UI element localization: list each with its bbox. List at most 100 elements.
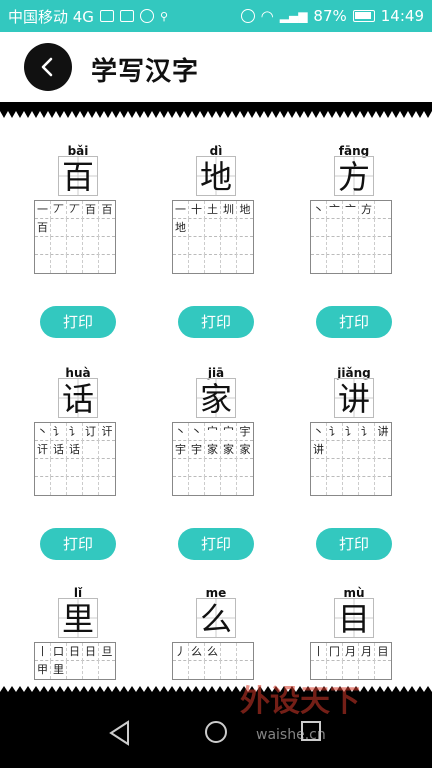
grid-cell [359, 219, 375, 237]
grid-row [35, 237, 115, 255]
grid-cell [327, 477, 343, 495]
grid-row: 一十土圳地 [173, 201, 253, 219]
grid-cell [35, 255, 51, 273]
grid-cell [35, 477, 51, 495]
grid-cell [67, 661, 83, 679]
grid-cell: 月 [359, 643, 375, 661]
grid-cell: 讲 [311, 441, 327, 459]
character-card-list[interactable]: bǎi 百一丆丆百百百打印 dì 地一十土圳地地打印 fāng 方丶亠亠方打印 huà 话丶讠… [0, 118, 432, 693]
grid-row: 丶讠讠讠讲 [311, 423, 391, 441]
character-box: 么 [196, 598, 236, 638]
grid-cell [375, 219, 391, 237]
chevron-left-icon [41, 57, 53, 77]
grid-row: 丨口日日旦 [35, 643, 115, 661]
stroke-practice-grid: 丨口日日旦甲里 [34, 642, 116, 680]
nav-home-button[interactable] [204, 720, 228, 744]
grid-cell: 宇 [189, 441, 205, 459]
print-button[interactable]: 打印 [178, 528, 254, 560]
grid-cell [173, 661, 189, 679]
battery-text: 87% [313, 7, 347, 25]
grid-cell: 地 [173, 219, 189, 237]
grid-cell: 么 [189, 643, 205, 661]
app-bar: 学写汉字 [0, 32, 432, 102]
watermark-url: waishe.cn [256, 727, 326, 743]
grid-cell: 丶 [173, 423, 189, 441]
grid-cell [375, 459, 391, 477]
back-button[interactable] [24, 43, 72, 91]
print-button[interactable]: 打印 [316, 528, 392, 560]
grid-cell: 冂 [327, 643, 343, 661]
character-box: 方 [334, 156, 374, 196]
time-text: 14:49 [380, 7, 424, 25]
character-box: 百 [58, 156, 98, 196]
grid-cell [359, 441, 375, 459]
grid-cell: 百 [101, 203, 113, 216]
grid-cell: 讠 [359, 423, 375, 441]
grid-cell: 讠 [51, 423, 67, 441]
grid-cell [375, 441, 391, 459]
grid-cell [343, 459, 359, 477]
print-button[interactable]: 打印 [316, 306, 392, 338]
grid-cell [205, 255, 221, 273]
grid-cell [173, 237, 189, 255]
grid-cell: 家 [239, 443, 251, 456]
grid-row [173, 459, 253, 477]
stroke-practice-grid: 丿么么 [172, 642, 254, 680]
character-box: 地 [196, 156, 236, 196]
grid-row [35, 477, 115, 495]
grid-cell [67, 459, 83, 477]
grid-cell [343, 237, 359, 255]
print-button[interactable]: 打印 [40, 306, 116, 338]
grid-cell: 土 [205, 201, 221, 219]
grid-cell [237, 237, 253, 255]
grid-cell [67, 477, 83, 495]
image-notification-icon [119, 10, 134, 22]
alarm-icon [240, 9, 255, 23]
grid-cell [311, 477, 327, 495]
grid-cell [221, 477, 237, 495]
grid-cell [51, 237, 67, 255]
grid-cell: 丆 [67, 201, 83, 219]
character-box: 目 [334, 598, 374, 638]
grid-cell [205, 219, 221, 237]
grid-cell: 话 [67, 441, 83, 459]
grid-cell [189, 459, 205, 477]
grid-cell [67, 219, 83, 237]
grid-cell [221, 459, 237, 477]
grid-cell [99, 237, 115, 255]
grid-cell: 家 [205, 441, 221, 459]
system-nav-bar [0, 696, 432, 768]
grid-cell [221, 255, 237, 273]
grid-row [35, 459, 115, 477]
grid-cell [205, 477, 221, 495]
grid-row: 丨冂月月目 [311, 643, 391, 661]
grid-cell: 百 [35, 219, 51, 237]
character-box: 话 [58, 378, 98, 418]
grid-row: 地 [173, 219, 253, 237]
sim-icon [99, 10, 114, 22]
grid-cell [221, 219, 237, 237]
grid-cell: 话 [51, 441, 67, 459]
grid-row: 讲 [311, 441, 391, 459]
grid-cell [327, 237, 343, 255]
stroke-practice-grid: 丨冂月月目 [310, 642, 392, 680]
grid-row: 丶亠亠方 [311, 201, 391, 219]
grid-cell: 地 [239, 203, 251, 216]
print-button[interactable]: 打印 [40, 528, 116, 560]
grid-cell: 讠 [67, 423, 83, 441]
grid-cell [83, 219, 99, 237]
grid-cell [327, 459, 343, 477]
character-card: jiǎng 讲丶讠讠讠讲讲打印 [304, 366, 404, 581]
grid-cell: 方 [359, 201, 375, 219]
grid-cell [83, 237, 99, 255]
grid-cell [189, 237, 205, 255]
stroke-practice-grid: 丶讠讠讠讲讲 [310, 422, 392, 496]
stroke-practice-grid: 丶讠讠订讦讦话话 [34, 422, 116, 496]
stroke-practice-grid: 一十土圳地地 [172, 200, 254, 274]
grid-cell [173, 459, 189, 477]
grid-cell [99, 477, 115, 495]
grid-row: 甲里 [35, 661, 115, 679]
nav-back-button[interactable] [108, 720, 132, 746]
grid-row [173, 477, 253, 495]
print-button[interactable]: 打印 [178, 306, 254, 338]
